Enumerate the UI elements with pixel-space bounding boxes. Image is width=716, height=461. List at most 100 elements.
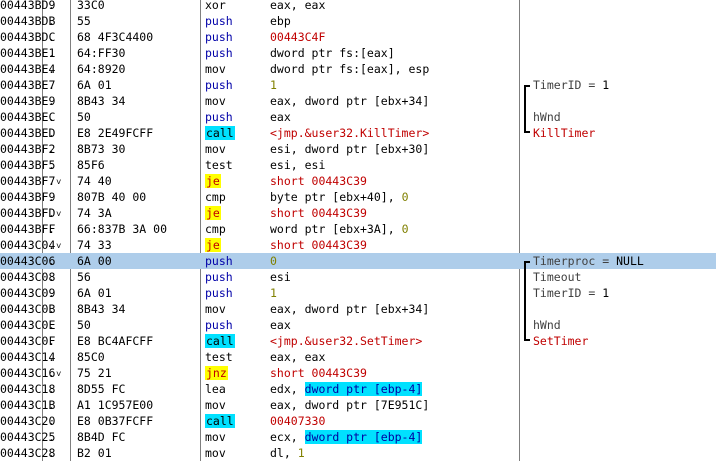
disasm-row[interactable]: 00443C0B. 8B43 34 mov eax, dword ptr [ebx+3… — [0, 301, 716, 317]
operand-text: eax, dword ptr [7E951C] — [270, 398, 430, 412]
operand-text: edx, — [270, 382, 305, 396]
address-cell: 00443C0B — [0, 302, 56, 316]
mnemonic-cell: push — [205, 77, 265, 93]
arg-value: 1 — [602, 286, 610, 300]
disasm-row[interactable]: 00443BD9. 33C0 xor eax, eax — [0, 0, 716, 13]
disasm-row[interactable]: 00443C06. 6A 00 push 0 Timerproc = NULL — [0, 253, 716, 269]
comment-cell: hWnd — [533, 109, 713, 125]
jump-arrow-icon: ˅ — [56, 210, 62, 220]
disasm-row[interactable]: 00443C0F. E8 BC4AFCFF call <jmp.&user32.Set… — [0, 333, 716, 349]
disasm-row[interactable]: 00443BE7. 6A 01 push 1 TimerID = 1 — [0, 77, 716, 93]
operand-highlight: dword ptr [ebp-4] — [304, 430, 423, 444]
disasm-row[interactable]: 00443BEC. 50 push eax hWnd — [0, 109, 716, 125]
disasm-row[interactable]: 00443C14. 85C0 test eax, eax — [0, 349, 716, 365]
disasm-row[interactable]: 00443BF7. ˅ 74 40 je short 00443C39 — [0, 173, 716, 189]
mnemonic: call — [205, 334, 235, 348]
operand-cell: esi — [270, 269, 520, 285]
row-marker: . — [48, 254, 55, 268]
row-marker: . — [48, 270, 55, 284]
disasm-row[interactable]: 00443BE1. 64:FF30 push dword ptr fs:[eax] — [0, 45, 716, 61]
disassembly-pane[interactable]: 00443BD9. 33C0 xor eax, eax 00443BDB. 55 push e… — [0, 0, 716, 461]
disasm-row[interactable]: 00443C16. ˅ 75 21 jnz short 00443C39 — [0, 365, 716, 381]
mnemonic: push — [205, 30, 233, 44]
operand-text: short 00443C39 — [270, 174, 367, 188]
disasm-row[interactable]: 00443BF2. 8B73 30 mov esi, dword ptr [ebx+3… — [0, 141, 716, 157]
address-cell: 00443BE4 — [0, 62, 56, 76]
mnemonic: push — [205, 14, 233, 28]
disasm-row[interactable]: 00443BDB. 55 push ebp — [0, 13, 716, 29]
jump-arrow-icon: ˅ — [56, 370, 62, 380]
row-marker: . — [48, 430, 55, 444]
operand-cell: eax, dword ptr [ebx+34] — [270, 301, 520, 317]
operand-text: short 00443C39 — [270, 366, 367, 380]
mnemonic: cmp — [205, 190, 226, 204]
arg-value: 1 — [602, 78, 610, 92]
mnemonic-cell: xor — [205, 0, 265, 13]
address-cell: 00443BF5 — [0, 158, 56, 172]
disasm-row[interactable]: 00443BDC. 68 4F3C4400 push 00443C4F — [0, 29, 716, 45]
row-marker: . — [48, 46, 55, 60]
disasm-row[interactable]: 00443C18. 8D55 FC lea edx, dword ptr [ebp-4… — [0, 381, 716, 397]
row-marker: . — [48, 30, 55, 44]
mnemonic: mov — [205, 430, 226, 444]
disasm-row[interactable]: 00443C0E. 50 push eax hWnd — [0, 317, 716, 333]
disasm-row[interactable]: 00443C1B. A1 1C957E00 mov eax, dword ptr [7… — [0, 397, 716, 413]
address-cell: 00443BD9 — [0, 0, 56, 12]
mnemonic-cell: mov — [205, 445, 265, 461]
hex-bytes-cell: B2 01 — [77, 446, 112, 460]
row-marker: . — [48, 446, 55, 460]
hex-bytes-cell: A1 1C957E00 — [77, 398, 154, 412]
mnemonic: xor — [205, 0, 226, 12]
arg-name: hWnd — [533, 110, 561, 124]
mnemonic: mov — [205, 142, 226, 156]
operand-cell: short 00443C39 — [270, 173, 520, 189]
disasm-row[interactable]: 00443C08. 56 push esi Timeout — [0, 269, 716, 285]
disasm-row[interactable]: 00443BED. E8 2E49FCFF call <jmp.&user32.Kil… — [0, 125, 716, 141]
disasm-row[interactable]: 00443BFF. 66:837B 3A 00 cmp word ptr [ebx+3… — [0, 221, 716, 237]
address-cell: 00443C14 — [0, 350, 56, 364]
operand-cell: 1 — [270, 285, 520, 301]
comment-cell: Timeout — [533, 269, 713, 285]
address-cell: 00443BE9 — [0, 94, 56, 108]
arg-name: hWnd — [533, 318, 561, 332]
comment-cell: TimerID = 1 — [533, 77, 713, 93]
mnemonic-cell: je — [205, 173, 265, 189]
address-cell: 00443BDC — [0, 30, 56, 44]
mnemonic: mov — [205, 398, 226, 412]
disasm-row[interactable]: 00443BE4. 64:8920 mov dword ptr fs:[eax], e… — [0, 61, 716, 77]
mnemonic-cell: je — [205, 237, 265, 253]
disasm-row[interactable]: 00443C20. E8 0B37FCFF call 00407330 — [0, 413, 716, 429]
address-cell: 00443BEC — [0, 110, 56, 124]
disasm-row[interactable]: 00443BF9. 807B 40 00 cmp byte ptr [ebx+40],… — [0, 189, 716, 205]
disasm-row[interactable]: 00443BFD. ˅ 74 3A je short 00443C39 — [0, 205, 716, 221]
row-marker: . — [48, 222, 55, 236]
operand-text: esi, dword ptr [ebx+30] — [270, 142, 430, 156]
operand-text: word ptr [ebx+3A], — [270, 222, 402, 236]
mnemonic-cell: je — [205, 205, 265, 221]
mnemonic: push — [205, 318, 233, 332]
operand-cell: dword ptr fs:[eax], esp — [270, 61, 520, 77]
disasm-row[interactable]: 00443C25. 8B4D FC mov ecx, dword ptr [ebp-4… — [0, 429, 716, 445]
mnemonic: call — [205, 126, 235, 140]
disasm-row[interactable]: 00443BE9. 8B43 34 mov eax, dword ptr [ebx+3… — [0, 93, 716, 109]
bracket-bottom-tick — [524, 339, 530, 341]
mnemonic-cell: push — [205, 285, 265, 301]
mnemonic-cell: push — [205, 109, 265, 125]
disasm-row[interactable]: 00443C04. ˅ 74 33 je short 00443C39 — [0, 237, 716, 253]
hex-bytes-cell: E8 2E49FCFF — [77, 126, 154, 140]
hex-bytes-cell: 68 4F3C4400 — [77, 30, 154, 44]
operand-cell: short 00443C39 — [270, 365, 520, 381]
mnemonic: mov — [205, 62, 226, 76]
disasm-row[interactable]: 00443C28. B2 01 mov dl, 1 — [0, 445, 716, 461]
api-comment: SetTimer — [533, 334, 589, 348]
address-cell: 00443C06 — [0, 254, 56, 268]
comment-cell: SetTimer — [533, 333, 713, 349]
disasm-row[interactable]: 00443BF5. 85F6 test esi, esi — [0, 157, 716, 173]
mnemonic-cell: call — [205, 413, 265, 429]
hex-bytes-cell: 85F6 — [77, 158, 105, 172]
address-cell: 00443C0E — [0, 318, 56, 332]
hex-bytes-cell: 8B43 34 — [77, 94, 126, 108]
bracket-top-tick — [524, 261, 530, 263]
hex-bytes-cell: 66:837B 3A 00 — [77, 222, 168, 236]
disasm-row[interactable]: 00443C09. 6A 01 push 1 TimerID = 1 — [0, 285, 716, 301]
